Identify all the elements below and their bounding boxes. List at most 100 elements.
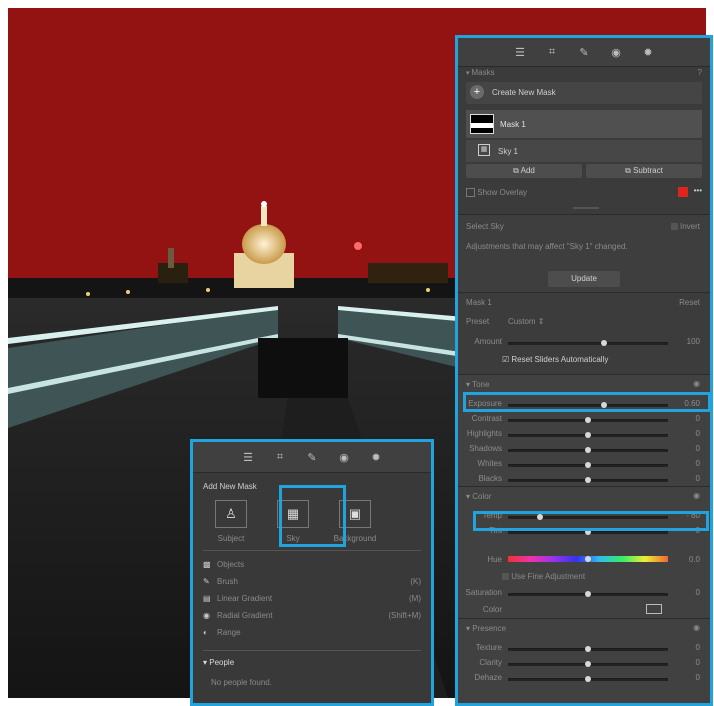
texture-label: Texture [475,643,502,652]
highlights-value[interactable]: 0 [696,429,700,438]
blacks-knob[interactable] [585,477,591,483]
dehaze-value[interactable]: 0 [696,673,700,682]
whites-slider[interactable] [508,462,668,468]
whites-label: Whites [477,459,502,468]
divider-handle[interactable] [573,207,599,209]
sliders-icon[interactable]: ☰ [241,450,255,464]
fine-adjust-checkbox[interactable]: Use Fine Adjustment [502,572,585,581]
range-icon: ◐ [203,628,208,637]
dropdown-arrow-icon: ⇕ [537,317,545,326]
subject-mask-label: Subject [217,534,245,543]
texture-knob[interactable] [585,646,591,652]
sliders-icon[interactable]: ☰ [513,45,527,59]
brush-icon: ✎ [203,577,210,586]
panel-toolbar: ☰ ⌗ ✎ ◉ ✹ [458,38,710,67]
reset-button[interactable]: Reset [679,298,700,307]
tool-shortcut: (K) [410,577,421,586]
hue-slider[interactable] [508,556,668,562]
invert-toggle[interactable]: Invert [670,222,700,231]
tool-label: Objects [217,560,245,569]
popup-toolbar: ☰ ⌗ ✎ ◉ ✹ [193,442,431,473]
clarity-slider[interactable] [508,661,668,667]
tone-header[interactable]: ▾ Tone [466,380,489,389]
color-swatch[interactable] [646,604,662,614]
subtract-button[interactable]: ⧉ Subtract [586,164,702,178]
brush-icon[interactable]: ✎ [305,450,319,464]
red-eye-icon[interactable]: ◉ [337,450,351,464]
presence-header[interactable]: ▾ Presence [466,624,506,633]
tool-label: Range [217,628,241,637]
amount-knob[interactable] [601,340,607,346]
objects-tool[interactable]: ▩ Objects [203,560,421,574]
subtract-icon: ⧉ [625,166,634,175]
whites-knob[interactable] [585,462,591,468]
clarity-knob[interactable] [585,661,591,667]
eye-icon[interactable]: ◉ [693,379,700,388]
dehaze-slider[interactable] [508,676,668,682]
contrast-slider[interactable] [508,417,668,423]
highlights-knob[interactable] [585,432,591,438]
contrast-knob[interactable] [585,417,591,423]
shadows-value[interactable]: 0 [696,444,700,453]
overlay-color-swatch[interactable] [678,187,688,197]
plus-icon: + [470,85,484,99]
linear-gradient-tool[interactable]: ▤ Linear Gradient (M) [203,594,421,608]
blacks-slider[interactable] [508,477,668,483]
reset-sliders-checkbox[interactable]: ☑ Reset Sliders Automatically [502,355,608,364]
divider [203,650,421,651]
sky-highlight [279,485,346,547]
dehaze-knob[interactable] [585,676,591,682]
linear-gradient-icon: ▤ [203,594,211,603]
whites-value[interactable]: 0 [696,459,700,468]
range-tool[interactable]: ◐ Range [203,628,421,642]
sky-1-component[interactable]: ▦ Sky 1 [466,140,702,162]
sky-icon: ▦ [478,144,490,156]
brush-icon[interactable]: ✎ [577,45,591,59]
help-icon[interactable]: ? [698,68,702,77]
shadows-knob[interactable] [585,447,591,453]
texture-slider[interactable] [508,646,668,652]
masking-icon[interactable]: ✹ [641,45,655,59]
highlights-slider[interactable] [508,432,668,438]
hue-knob[interactable] [585,556,591,562]
tool-label: Linear Gradient [217,594,273,603]
saturation-slider[interactable] [508,591,668,597]
blacks-value[interactable]: 0 [696,474,700,483]
crop-icon[interactable]: ⌗ [273,450,287,464]
crop-icon[interactable]: ⌗ [545,45,559,59]
tint-slider[interactable] [508,529,668,535]
masking-icon[interactable]: ✹ [369,450,383,464]
preset-dropdown[interactable]: Custom ⇕ [508,317,545,326]
shadows-slider[interactable] [508,447,668,453]
tool-shortcut: (Shift+M) [388,611,421,620]
add-new-mask-popup: ☰ ⌗ ✎ ◉ ✹ Add New Mask ♙ Subject ▦ Sky ▣ Back… [190,439,434,706]
people-header[interactable]: ▾ People [203,658,234,667]
divider [203,550,421,551]
radial-gradient-tool[interactable]: ◉ Radial Gradient (Shift+M) [203,611,421,625]
texture-value[interactable]: 0 [696,643,700,652]
subject-mask-button[interactable]: ♙ [215,500,247,528]
saturation-knob[interactable] [585,591,591,597]
radial-gradient-icon: ◉ [203,611,210,620]
masking-panel: ☰ ⌗ ✎ ◉ ✹ ▾ Masks ? + Create New Mask Ma… [455,35,713,706]
tool-shortcut: (M) [409,594,421,603]
tone-section: ▾ Tone ◉ Exposure 0.60 Contrast 0 Highlights… [458,374,710,487]
presence-section: ▾ Presence ◉ Texture 0 Clarity 0 Dehaze 0 [458,618,710,703]
clarity-label: Clarity [479,658,502,667]
mask-settings-section: Mask 1 Reset Preset Custom ⇕ Amount 100 … [458,292,710,375]
show-overlay-checkbox[interactable] [466,188,475,198]
more-options-icon[interactable]: ••• [694,186,702,195]
amount-slider[interactable] [508,340,668,346]
add-button[interactable]: ⧉ Add [466,164,582,178]
eye-icon[interactable]: ◉ [693,491,700,500]
red-eye-icon[interactable]: ◉ [609,45,623,59]
create-new-mask-button[interactable]: + Create New Mask [466,82,702,104]
color-header[interactable]: ▾ Color [466,492,491,501]
contrast-value[interactable]: 0 [696,414,700,423]
tool-label: Brush [217,577,238,586]
brush-tool[interactable]: ✎ Brush (K) [203,577,421,591]
update-button[interactable]: Update [548,271,620,287]
eye-icon[interactable]: ◉ [693,623,700,632]
mask-1-item[interactable]: Mask 1 [466,110,702,138]
clarity-value[interactable]: 0 [696,658,700,667]
